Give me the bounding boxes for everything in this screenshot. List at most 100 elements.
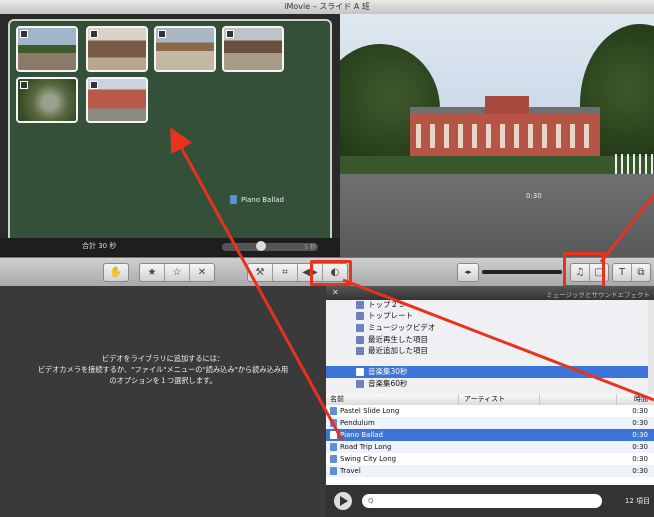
title-icon: T — [618, 267, 626, 278]
zoom-value: 5 秒 — [304, 244, 316, 251]
source-item[interactable]: 音楽集60秒 — [356, 378, 408, 389]
unmark-button[interactable]: ☆ — [165, 264, 190, 281]
reject-button[interactable]: ✕ — [190, 264, 214, 281]
playlist-icon — [356, 379, 364, 388]
track-name: Pendulum — [340, 419, 375, 427]
empty-star-icon: ☆ — [172, 267, 182, 278]
viewer-building-center — [485, 96, 529, 116]
music-note-icon — [330, 431, 337, 439]
project-clip[interactable] — [86, 26, 148, 72]
thumbnail-zoom-slider[interactable]: 5 秒 — [222, 241, 318, 251]
empty-library-line: のオプションを１つ選択します。 — [109, 376, 217, 385]
crop-button[interactable]: ⌗ — [273, 264, 298, 281]
source-label: 音楽集30秒 — [368, 367, 408, 376]
music-browser-header: ✕ ミュージックとサウンドエフェクト — [326, 286, 654, 300]
track-name: Piano Ballad — [340, 431, 383, 439]
source-label: トップレート — [368, 311, 413, 320]
mark-favorite-button[interactable]: ★ — [140, 264, 165, 281]
search-icon: Q — [368, 497, 374, 505]
track-name: Pastel Slide Long — [340, 407, 400, 415]
hand-icon: ✋ — [109, 267, 123, 278]
project-board[interactable]: Piano Ballad — [8, 19, 332, 249]
empty-library-message: ビデオをライブラリに追加するには： ビデオカメラを接続するか、"ファイル"メニュ… — [0, 353, 326, 386]
close-icon[interactable]: ✕ — [332, 288, 339, 297]
clip-badge-icon — [158, 30, 166, 38]
music-search-input[interactable]: Q — [362, 494, 602, 508]
playlist-icon — [356, 335, 364, 344]
track-row[interactable]: Travel 0:30 — [326, 465, 654, 477]
speaker-icon: ◂▸ — [464, 268, 472, 276]
playlist-icon — [356, 323, 364, 332]
track-time: 0:30 — [632, 455, 648, 463]
project-total-duration: 合計 30 秒 — [82, 242, 117, 250]
music-note-icon — [330, 455, 337, 463]
title-browser-button[interactable]: T — [613, 264, 632, 281]
source-label: ミュージックビデオ — [368, 323, 436, 332]
project-clip[interactable] — [154, 26, 216, 72]
track-name: Swing City Long — [340, 455, 397, 463]
source-item[interactable]: トップレート — [356, 310, 413, 321]
track-row[interactable]: Swing City Long 0:30 — [326, 453, 654, 465]
project-footer: 合計 30 秒 5 秒 — [0, 238, 340, 256]
track-row[interactable]: Pastel Slide Long 0:30 — [326, 405, 654, 417]
source-label: 最近再生した項目 — [368, 335, 428, 344]
column-artist[interactable]: アーティスト — [464, 394, 505, 405]
background-music-label: Piano Ballad — [241, 195, 284, 204]
main-toolbar: ✋ ★ ☆ ✕ ⚒ ⌗ ◀▶ ◐ ◂▸ ♫ ▢ T ⧉ — [0, 252, 654, 288]
clip-badge-icon — [226, 30, 234, 38]
source-item-selected[interactable]: 音楽集30秒 — [356, 366, 408, 377]
track-time: 0:30 — [632, 467, 648, 475]
zoom-slider-knob[interactable] — [256, 241, 266, 251]
volume-button[interactable]: ◂▸ — [457, 263, 479, 282]
playlist-icon — [356, 300, 364, 309]
project-clip[interactable] — [16, 26, 78, 72]
star-icon: ★ — [147, 267, 157, 278]
music-browser-title: ミュージックとサウンドエフェクト — [546, 291, 650, 299]
source-item[interactable]: ミュージックビデオ — [356, 322, 435, 333]
project-clip[interactable] — [86, 77, 148, 123]
track-name: Travel — [340, 467, 361, 475]
source-item[interactable]: 最近再生した項目 — [356, 334, 428, 345]
preview-viewer[interactable]: 0:30 — [340, 14, 654, 257]
clip-badge-icon — [90, 81, 98, 89]
track-list: Pastel Slide Long 0:30 Pendulum 0:30 Piano… — [326, 405, 654, 485]
play-button[interactable] — [334, 492, 352, 510]
source-label: 最近追加した項目 — [368, 346, 428, 355]
empty-library-line: ビデオカメラを接続するか、"ファイル"メニューの"読み込み"から読み込み用 — [37, 365, 289, 374]
title-button-group: T ⧉ — [612, 263, 651, 282]
music-note-icon — [330, 407, 337, 415]
clip-badge-icon — [20, 81, 28, 89]
music-button-highlight — [563, 252, 605, 288]
track-time: 0:30 — [632, 419, 648, 427]
music-note-icon — [330, 419, 337, 427]
hand-tool-button[interactable]: ✋ — [103, 263, 129, 282]
music-source-list: トップ２５ トップレート ミュージックビデオ 最近再生した項目 最近追加した項目… — [326, 300, 648, 394]
column-time[interactable]: 時間 — [634, 394, 648, 405]
crop-icon: ⌗ — [282, 267, 288, 278]
window-title: iMovie – スライド A 班 — [0, 0, 654, 15]
imovie-window: iMovie – スライド A 班 Piano Ballad 合計 30 秒 5… — [0, 0, 654, 517]
track-time: 0:30 — [632, 443, 648, 451]
music-browser: ✕ ミュージックとサウンドエフェクト トップ２５ トップレート ミュージックビデ… — [326, 286, 654, 517]
track-time: 0:30 — [632, 431, 648, 439]
transition-icon: ⧉ — [637, 267, 645, 278]
source-item[interactable]: トップ２５ — [356, 299, 406, 310]
tools-button[interactable]: ⚒ — [248, 264, 273, 281]
track-row[interactable]: Pendulum 0:30 — [326, 417, 654, 429]
project-clip[interactable] — [16, 77, 78, 123]
source-item[interactable]: 最近追加した項目 — [356, 345, 428, 356]
background-music-tag[interactable]: Piano Ballad — [230, 195, 284, 204]
source-label: トップ２５ — [368, 300, 406, 309]
column-name[interactable]: 名前 — [330, 394, 344, 405]
track-row-selected[interactable]: Piano Ballad 0:30 — [326, 429, 654, 441]
music-note-icon — [230, 195, 237, 204]
project-clip[interactable] — [222, 26, 284, 72]
viewer-timecode: 0:30 — [526, 192, 542, 200]
viewer-road — [340, 174, 654, 257]
track-time: 0:30 — [632, 407, 648, 415]
track-row[interactable]: Road Trip Long 0:30 — [326, 441, 654, 453]
music-note-icon — [330, 443, 337, 451]
volume-slider[interactable] — [482, 270, 562, 274]
event-library-pane: ビデオをライブラリに追加するには： ビデオカメラを接続するか、"ファイル"メニュ… — [0, 286, 326, 517]
transition-browser-button[interactable]: ⧉ — [632, 264, 650, 281]
